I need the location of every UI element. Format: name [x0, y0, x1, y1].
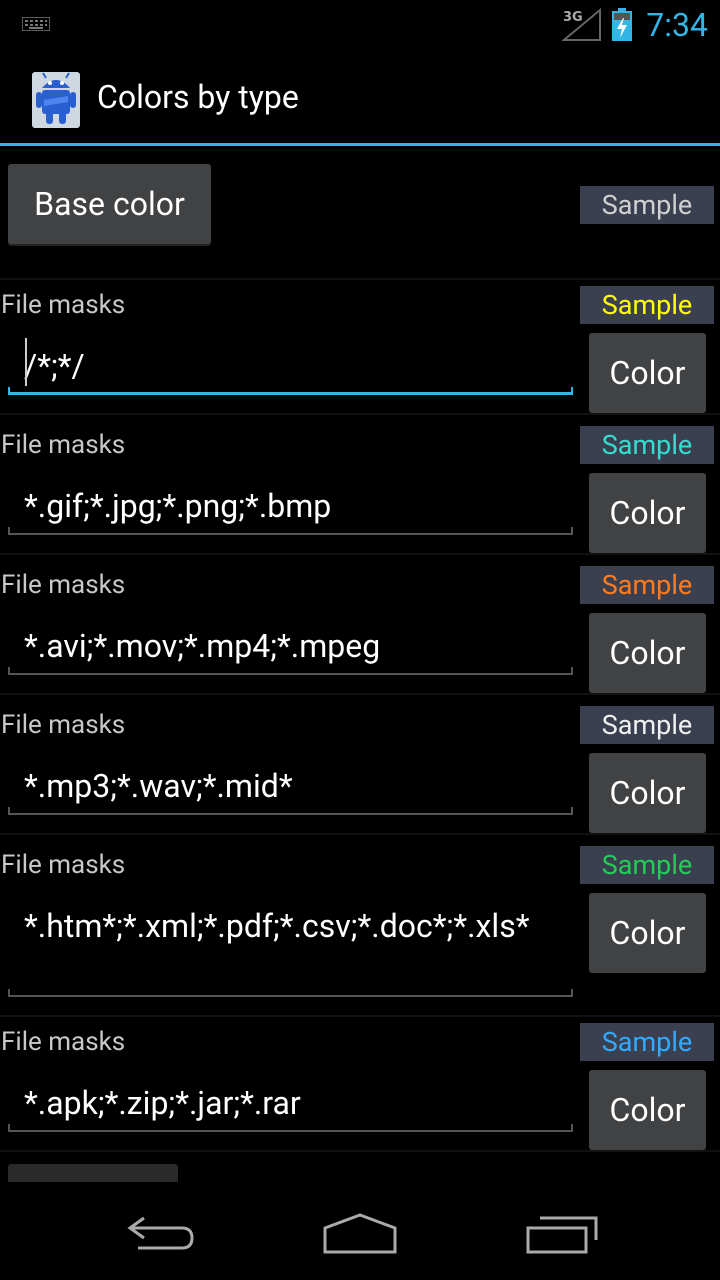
sample-badge: Sample [580, 566, 714, 604]
app-android-icon[interactable] [28, 66, 84, 130]
input-underline [8, 989, 573, 997]
color-button[interactable]: Color [589, 473, 706, 553]
sample-badge: Sample [580, 1023, 714, 1061]
status-time: 7:34 [646, 6, 708, 44]
input-underline [8, 667, 573, 675]
divider [0, 693, 720, 695]
file-masks-label: File masks [1, 710, 126, 740]
file-masks-input[interactable]: *.mp3;*.wav;*.mid* [8, 766, 573, 806]
page-title: Colors by type [97, 78, 299, 116]
sample-badge: Sample [580, 706, 714, 744]
navigation-bar [0, 1182, 720, 1280]
divider [0, 413, 720, 415]
file-masks-input[interactable]: *.apk;*.zip;*.jar;*.rar [8, 1083, 573, 1123]
input-underline [8, 1124, 573, 1132]
recent-apps-icon[interactable] [526, 1216, 598, 1254]
file-masks-input[interactable]: *.gif;*.jpg;*.png;*.bmp [8, 486, 573, 526]
divider [0, 833, 720, 835]
base-color-button[interactable]: Base color [8, 164, 211, 244]
divider [0, 1015, 720, 1017]
home-icon[interactable] [322, 1212, 398, 1254]
file-masks-label: File masks [1, 430, 126, 460]
input-underline [8, 387, 573, 395]
color-button[interactable]: Color [589, 893, 706, 973]
file-masks-label: File masks [1, 1027, 126, 1057]
sample-badge: Sample [580, 846, 714, 884]
divider [0, 278, 720, 280]
file-masks-input[interactable]: /*;*/ [8, 346, 573, 386]
base-sample-badge: Sample [580, 186, 714, 224]
action-bar-divider [0, 143, 720, 146]
network-label: 3G [563, 10, 583, 25]
back-icon[interactable] [124, 1212, 196, 1252]
keyboard-icon [22, 17, 50, 31]
text-cursor [25, 338, 27, 386]
divider [0, 553, 720, 555]
input-underline [8, 527, 573, 535]
partially-visible-button[interactable] [8, 1164, 178, 1182]
status-bar: 3G 7:34 [0, 0, 720, 50]
file-masks-input[interactable]: *.htm*;*.xml;*.pdf;*.csv;*.doc*;*.xls* [8, 906, 573, 946]
color-button[interactable]: Color [589, 753, 706, 833]
color-button[interactable]: Color [589, 333, 706, 413]
input-underline [8, 807, 573, 815]
divider [0, 1150, 720, 1152]
file-masks-label: File masks [1, 570, 126, 600]
sample-badge: Sample [580, 286, 714, 324]
signal-icon: 3G [562, 8, 601, 41]
color-button[interactable]: Color [589, 613, 706, 693]
battery-charging-icon [612, 8, 632, 41]
file-masks-label: File masks [1, 850, 126, 880]
action-bar: Colors by type [0, 50, 720, 143]
sample-badge: Sample [580, 426, 714, 464]
file-masks-label: File masks [1, 290, 126, 320]
color-button[interactable]: Color [589, 1070, 706, 1150]
file-masks-input[interactable]: *.avi;*.mov;*.mp4;*.mpeg [8, 626, 573, 666]
